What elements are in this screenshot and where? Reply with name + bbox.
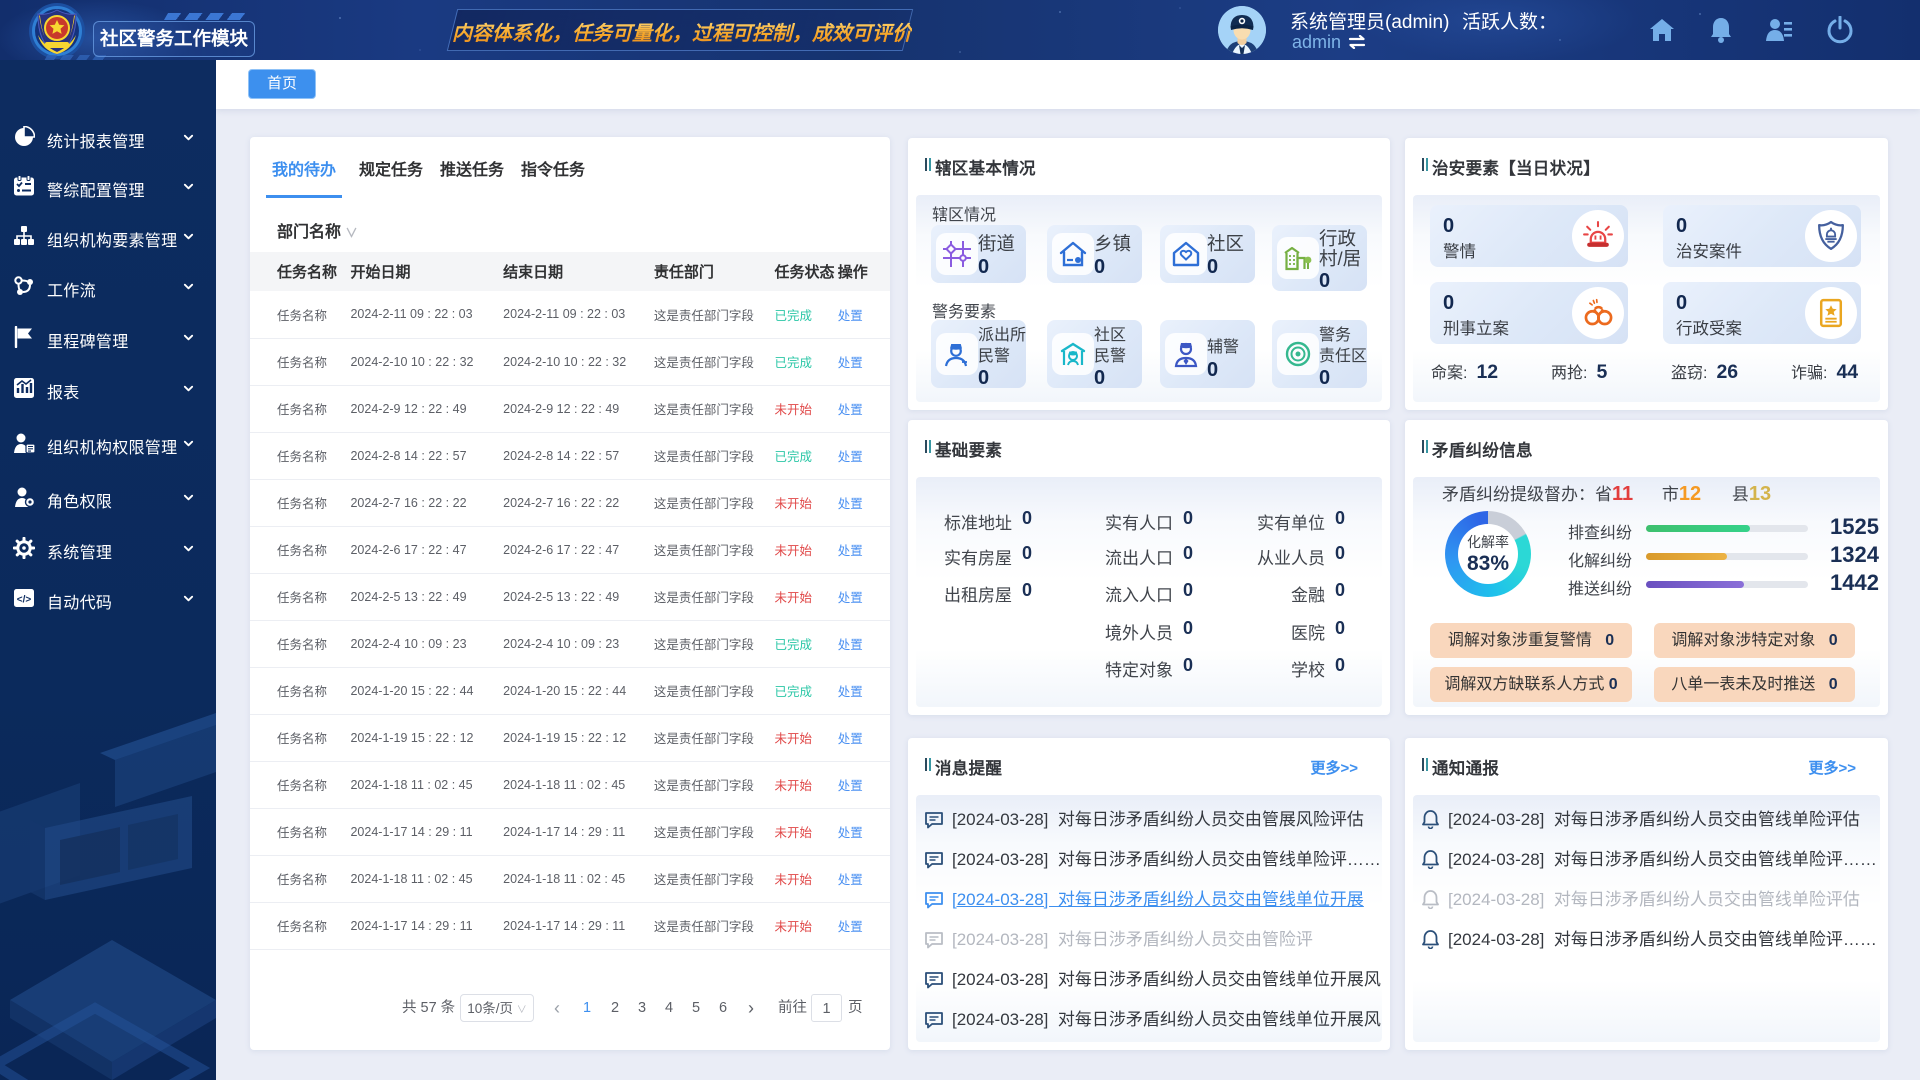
svg-text:</>: </> <box>17 595 32 606</box>
